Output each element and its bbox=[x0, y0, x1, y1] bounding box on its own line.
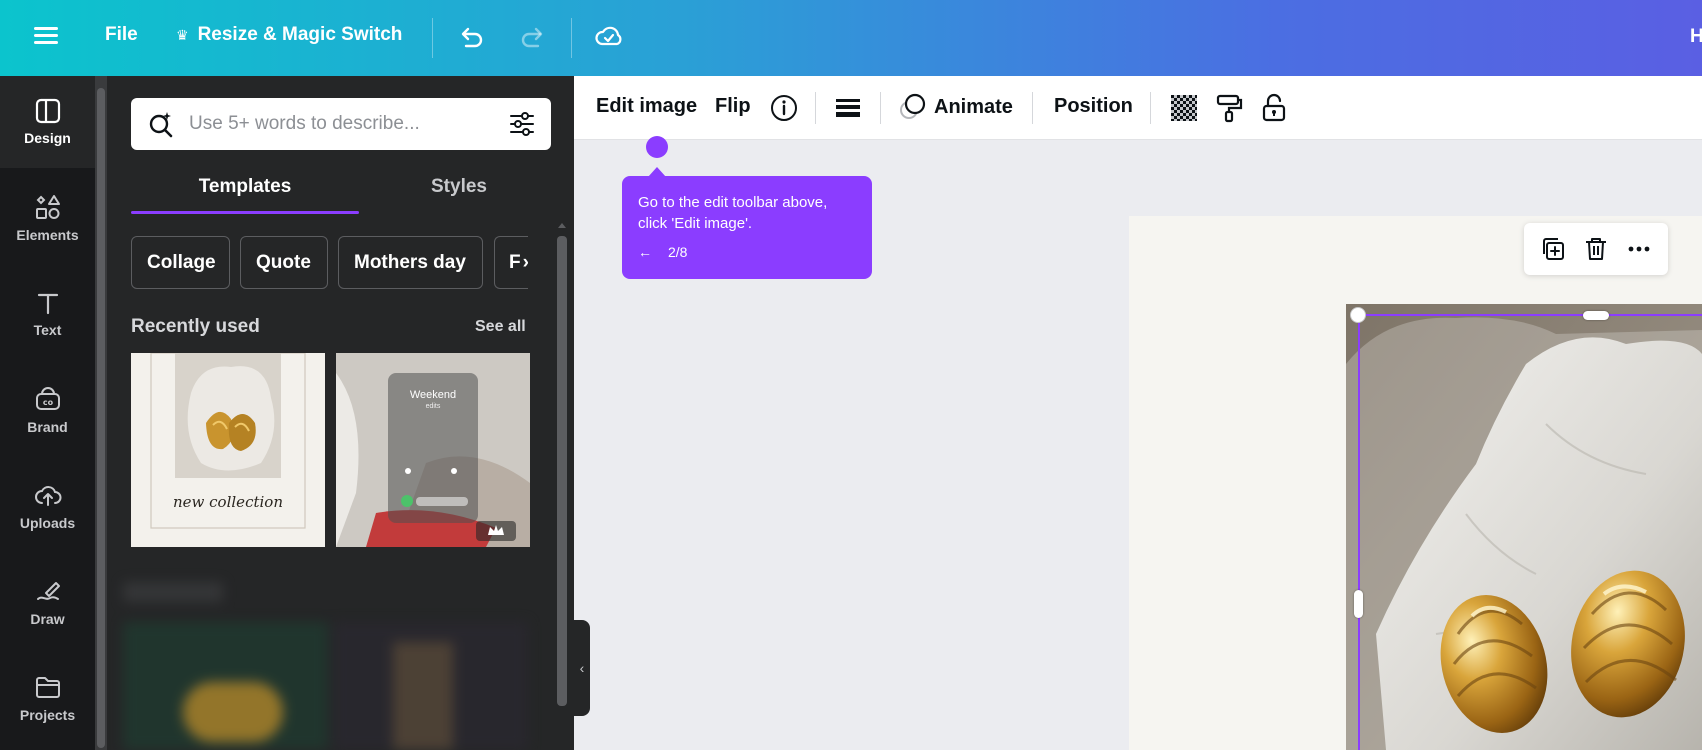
template-thumbnail-weekend[interactable]: Weekend edits bbox=[336, 353, 530, 547]
scroll-up-icon[interactable] bbox=[554, 218, 570, 232]
scrollbar-thumb[interactable] bbox=[97, 88, 105, 748]
rail-label-draw: Draw bbox=[30, 611, 65, 627]
top-bar: File ♛ Resize & Magic Switch H bbox=[0, 0, 1702, 76]
resize-handle-top[interactable] bbox=[1583, 311, 1609, 320]
edit-image-button[interactable]: Edit image bbox=[596, 95, 697, 118]
draw-icon bbox=[36, 582, 60, 600]
rail-label-design: Design bbox=[24, 130, 71, 146]
position-button[interactable]: Position bbox=[1054, 95, 1133, 118]
animate-icon bbox=[900, 93, 926, 119]
projects-icon bbox=[35, 677, 60, 698]
tour-hotspot[interactable] bbox=[646, 136, 668, 158]
uploads-icon bbox=[34, 486, 61, 506]
divider bbox=[880, 92, 881, 124]
cut-off-label[interactable]: H bbox=[1690, 26, 1702, 48]
rail-label-text: Text bbox=[33, 322, 62, 338]
unlock-icon[interactable] bbox=[1258, 92, 1290, 124]
panel-tabs: Templates Styles bbox=[131, 170, 531, 214]
template-preview bbox=[150, 353, 306, 529]
search-placeholder: Use 5+ words to describe... bbox=[189, 113, 420, 134]
template-title: Weekend bbox=[409, 389, 457, 401]
rail-item-design[interactable]: Design bbox=[0, 76, 95, 168]
loading-templates-placeholder bbox=[123, 582, 528, 750]
duplicate-icon[interactable] bbox=[1539, 235, 1567, 263]
cloud-saved-icon[interactable] bbox=[594, 22, 624, 52]
trash-icon[interactable] bbox=[1582, 235, 1610, 263]
divider bbox=[815, 92, 816, 124]
chevron-left-icon: ‹ bbox=[579, 660, 585, 676]
arrow-left-icon[interactable]: ← bbox=[638, 244, 652, 260]
chip-mothers-day[interactable]: Mothers day bbox=[338, 236, 483, 289]
scrollbar-thumb[interactable] bbox=[557, 236, 567, 706]
resize-magic-switch-button[interactable]: ♛ Resize & Magic Switch bbox=[176, 24, 402, 46]
magic-search-icon bbox=[149, 112, 173, 138]
elements-icon bbox=[35, 195, 60, 219]
info-icon[interactable] bbox=[768, 92, 800, 124]
design-icon bbox=[35, 98, 60, 124]
rail-label-uploads: Uploads bbox=[19, 515, 76, 531]
text-icon bbox=[37, 293, 58, 315]
rail-label-elements: Elements bbox=[16, 227, 79, 243]
tour-tooltip: Go to the edit toolbar above, click 'Edi… bbox=[622, 167, 872, 279]
active-tab-indicator bbox=[131, 211, 359, 214]
rail-item-draw[interactable]: Draw bbox=[0, 556, 95, 648]
undo-icon[interactable] bbox=[456, 22, 486, 52]
left-rail: Design Elements Text co Brand Uploads Dr… bbox=[0, 76, 95, 750]
svg-text:co: co bbox=[42, 398, 53, 407]
rail-item-text[interactable]: Text bbox=[0, 268, 95, 360]
flip-button[interactable]: Flip bbox=[715, 95, 751, 118]
chip-truncated-label: F bbox=[509, 251, 521, 273]
crown-icon: ♛ bbox=[176, 26, 189, 43]
divider bbox=[571, 18, 572, 58]
resize-handle-left[interactable] bbox=[1354, 590, 1363, 618]
selection-border-top bbox=[1358, 314, 1702, 316]
hamburger-icon[interactable] bbox=[34, 24, 58, 50]
tab-templates[interactable]: Templates bbox=[131, 176, 359, 198]
see-all-link[interactable]: See all bbox=[475, 318, 526, 336]
divider bbox=[1032, 92, 1033, 124]
element-floating-toolbar bbox=[1524, 223, 1668, 275]
border-style-icon[interactable] bbox=[832, 92, 864, 124]
redo-icon[interactable] bbox=[518, 22, 548, 52]
tooltip-nav: ← 2/8 bbox=[638, 244, 856, 260]
chip-truncated[interactable]: F › bbox=[494, 236, 528, 289]
tab-styles[interactable]: Styles bbox=[359, 176, 559, 198]
template-subtitle: edits bbox=[425, 403, 441, 410]
chip-quote[interactable]: Quote bbox=[240, 236, 328, 289]
rail-item-projects[interactable]: Projects bbox=[0, 652, 95, 744]
rail-item-uploads[interactable]: Uploads bbox=[0, 460, 95, 552]
paint-roller-icon[interactable] bbox=[1214, 92, 1246, 124]
edit-toolbar: Edit image Flip Animate Position bbox=[574, 76, 1702, 140]
divider bbox=[432, 18, 433, 58]
rail-label-projects: Projects bbox=[19, 707, 76, 723]
more-options-icon[interactable] bbox=[1625, 235, 1653, 263]
divider bbox=[1150, 92, 1151, 124]
rail-item-elements[interactable]: Elements bbox=[0, 172, 95, 264]
earrings-photo bbox=[1346, 304, 1702, 750]
search-input[interactable]: Use 5+ words to describe... bbox=[131, 98, 551, 150]
animate-button[interactable]: Animate bbox=[898, 92, 1013, 122]
animate-label: Animate bbox=[934, 95, 1013, 118]
template-caption: new collection bbox=[173, 493, 283, 511]
tooltip-message: Go to the edit toolbar above, click 'Edi… bbox=[638, 194, 828, 232]
selected-image[interactable] bbox=[1346, 304, 1702, 750]
rail-label-brand: Brand bbox=[27, 419, 68, 435]
rail-item-brand[interactable]: co Brand bbox=[0, 364, 95, 456]
chip-collage[interactable]: Collage bbox=[131, 236, 230, 289]
selection-border-left bbox=[1358, 314, 1360, 750]
recently-used-heading: Recently used bbox=[131, 316, 260, 337]
template-preview bbox=[336, 353, 530, 547]
template-thumbnail-new-collection[interactable]: new collection bbox=[131, 353, 325, 547]
resize-label: Resize & Magic Switch bbox=[197, 24, 403, 45]
tooltip-step: 2/8 bbox=[668, 244, 688, 260]
transparency-icon[interactable] bbox=[1168, 92, 1200, 124]
template-scrollbar[interactable] bbox=[554, 218, 570, 708]
chevron-right-icon[interactable]: › bbox=[523, 252, 528, 274]
panel-scrollbar[interactable] bbox=[95, 76, 107, 750]
brand-icon: co bbox=[35, 387, 60, 410]
filter-icon[interactable] bbox=[509, 111, 535, 137]
file-menu-button[interactable]: File bbox=[105, 24, 138, 46]
collapse-panel-button[interactable]: ‹ bbox=[574, 620, 590, 716]
resize-handle-top-left[interactable] bbox=[1350, 307, 1366, 323]
